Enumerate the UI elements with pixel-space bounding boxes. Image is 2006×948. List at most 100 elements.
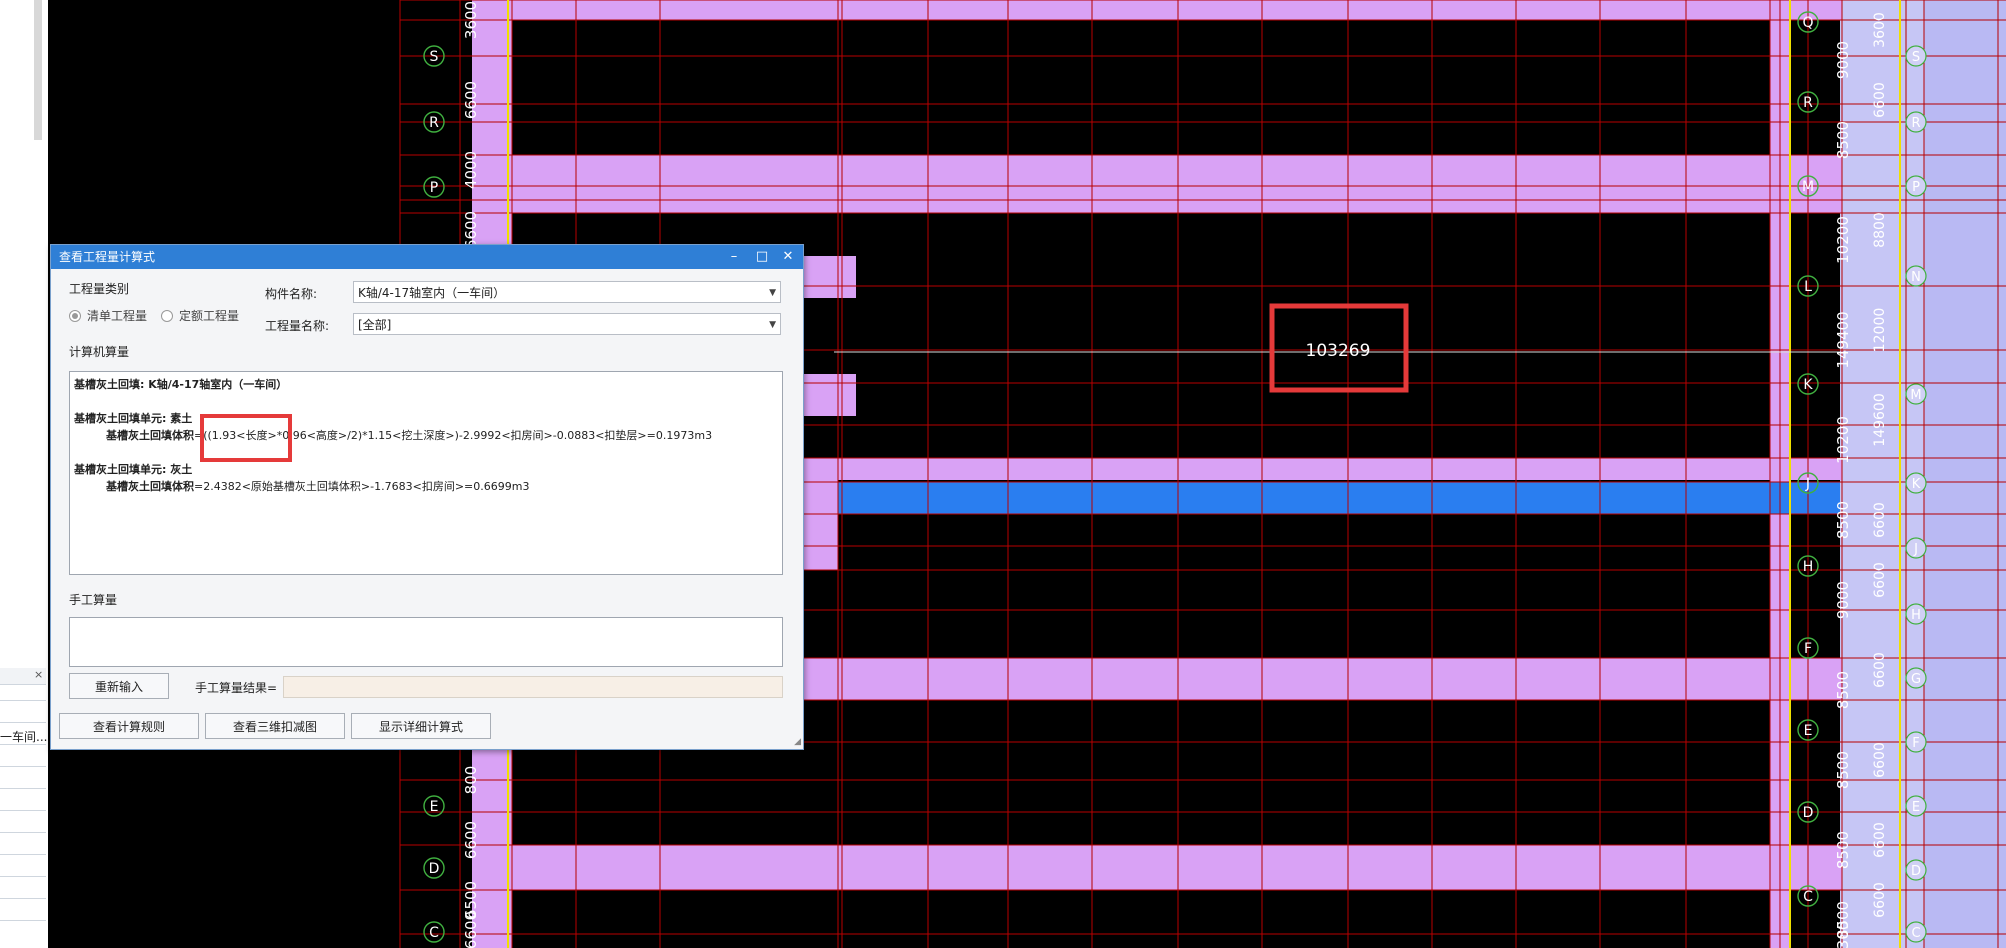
dimension-text: 8500 — [1834, 831, 1852, 869]
dimension-text: 6600 — [1872, 502, 1888, 538]
dimension-text: 8800 — [1872, 212, 1888, 248]
table-row[interactable] — [0, 854, 46, 877]
radio-dot — [69, 309, 81, 322]
axis-label: K — [1912, 477, 1921, 492]
axis-label: S — [1912, 50, 1920, 65]
axis-label: E — [430, 799, 439, 815]
dimension-text: 6600 — [1872, 822, 1888, 858]
axis-label: E — [1912, 800, 1920, 815]
dimension-text: 6600 — [462, 821, 480, 859]
dimension-text: 6600 — [462, 81, 480, 119]
left-panel-scrollbar[interactable] — [34, 0, 42, 140]
table-cell[interactable]: 一车间... — [0, 728, 47, 745]
axis-label: L — [1804, 279, 1812, 295]
axis-label: K — [1803, 377, 1813, 393]
beam — [472, 845, 1842, 890]
table-row[interactable] — [0, 766, 46, 789]
dimension-text: 6600 — [1872, 562, 1888, 598]
dimension-text: 3600 — [462, 1, 480, 39]
dimension-text: 8500 — [1834, 751, 1852, 789]
axis-label: J — [1913, 542, 1918, 557]
table-row[interactable] — [0, 700, 46, 723]
dimension-text: 6600 — [1872, 742, 1888, 778]
radio-quota-quantity[interactable]: 定额工程量 — [161, 307, 239, 324]
radio-list-quantity[interactable]: 清单工程量 — [69, 307, 147, 324]
component-name-value: K轴/4-17轴室内（一车间） — [358, 286, 506, 300]
axis-label: Q — [1802, 15, 1813, 31]
radio-dot — [161, 309, 173, 322]
axis-label: R — [1911, 116, 1920, 131]
close-icon[interactable]: ✕ — [775, 245, 801, 269]
close-icon[interactable]: × — [34, 668, 43, 681]
calc-unit2-formula: =2.4382<原始基槽灰土回填体积>-1.7683<扣房间>=0.6699m3 — [194, 480, 530, 493]
calc-formula-box[interactable]: 基槽灰土回填: K轴/4-17轴室内（一车间） 基槽灰土回填单元: 素土 基槽灰… — [69, 371, 783, 575]
dimension-text: 8500 — [1834, 121, 1852, 159]
dimension-text: 6600 — [1872, 652, 1888, 688]
dimension-text: 9000 — [1834, 581, 1852, 619]
axis-label: H — [1911, 608, 1921, 623]
resize-grip-icon[interactable]: ◢ — [794, 737, 801, 747]
table-row[interactable] — [0, 832, 46, 855]
axis-label: N — [1911, 270, 1921, 285]
selected-beam — [838, 482, 1840, 514]
measure-value-label: 103269 — [1306, 341, 1371, 361]
reinput-button[interactable]: 重新输入 — [69, 673, 169, 699]
dimension-text: 10200 — [1834, 216, 1852, 264]
dialog-titlebar[interactable]: 查看工程量计算式 – □ ✕ — [51, 245, 803, 269]
axis-label: M — [1910, 388, 1921, 403]
table-row[interactable] — [0, 810, 46, 833]
axis-label: S — [430, 49, 439, 65]
dimension-text: 300 — [1834, 921, 1852, 948]
dimension-text: 4000 — [462, 151, 480, 189]
minimize-icon[interactable]: – — [721, 245, 747, 269]
quantity-name-select[interactable]: [全部] ▼ — [353, 313, 781, 335]
view-calc-rules-button[interactable]: 查看计算规则 — [59, 713, 199, 739]
radio-label: 清单工程量 — [87, 309, 148, 323]
computer-calc-label: 计算机算量 — [67, 343, 132, 360]
calc-unit1-title: 基槽灰土回填单元: 素土 — [74, 412, 193, 425]
dimension-text: 3600 — [1872, 12, 1888, 48]
component-name-select[interactable]: K轴/4-17轴室内（一车间） ▼ — [353, 281, 781, 303]
calc-unit2-label: 基槽灰土回填体积 — [106, 480, 194, 493]
dimension-text: 9000 — [1834, 41, 1852, 79]
axis-label: J — [1805, 476, 1810, 492]
axis-label: D — [1911, 864, 1921, 879]
axis-label: P — [430, 180, 438, 196]
axis-label: G — [1911, 672, 1921, 687]
table-row[interactable] — [0, 898, 46, 921]
manual-calc-label: 手工算量 — [67, 591, 120, 608]
show-detail-formula-button[interactable]: 显示详细计算式 — [351, 713, 491, 739]
table-row[interactable] — [0, 744, 46, 767]
dimension-text: 149600 — [1872, 393, 1888, 446]
axis-label: F — [1804, 641, 1812, 657]
highlight-box — [200, 414, 292, 462]
calc-header: 基槽灰土回填: K轴/4-17轴室内（一车间） — [74, 378, 288, 391]
maximize-icon[interactable]: □ — [749, 245, 775, 269]
axis-label: C — [1803, 889, 1813, 905]
quantity-formula-dialog: 查看工程量计算式 – □ ✕ 工程量类别 清单工程量 定额工程量 构件名称: K… — [50, 244, 804, 750]
beam — [472, 0, 1842, 20]
manual-calc-input[interactable] — [69, 617, 783, 667]
right-side-panel-shade — [1924, 0, 2006, 948]
axis-label: R — [1803, 95, 1813, 111]
axis-label: C — [1911, 926, 1920, 941]
axis-label: R — [429, 115, 439, 131]
table-row[interactable] — [0, 788, 46, 811]
dimension-text: 149400 — [1834, 311, 1852, 368]
dialog-title: 查看工程量计算式 — [59, 250, 156, 264]
axis-label: M — [1802, 179, 1814, 195]
dimension-text: 800 — [462, 766, 480, 795]
dimension-text: 6600 — [1872, 882, 1888, 918]
dimension-text: 6600 — [1872, 82, 1888, 118]
calc-unit2-title: 基槽灰土回填单元: 灰土 — [74, 463, 193, 476]
chevron-down-icon: ▼ — [769, 320, 776, 330]
quantity-name-value: [全部] — [358, 318, 392, 332]
view-3d-deduction-button[interactable]: 查看三维扣减图 — [205, 713, 345, 739]
manual-result-field[interactable] — [283, 676, 783, 698]
axis-label: D — [429, 861, 440, 877]
beam — [472, 155, 1842, 213]
table-row[interactable] — [0, 876, 46, 899]
table-row[interactable] — [0, 920, 46, 943]
component-name-label: 构件名称: — [265, 287, 318, 301]
dimension-text: 12000 — [1872, 308, 1888, 353]
